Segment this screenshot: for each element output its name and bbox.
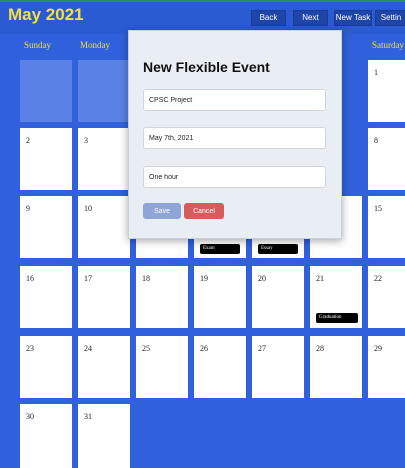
day-number: 23: [26, 344, 34, 353]
day-number: 21: [316, 274, 324, 283]
calendar-day-cell[interactable]: 22: [368, 266, 405, 328]
calendar-day-cell[interactable]: 24: [78, 336, 130, 398]
calendar-cell-empty: [78, 60, 130, 122]
day-number: 9: [26, 204, 30, 213]
task-exam[interactable]: Exam: [200, 244, 240, 254]
weekday-monday: Monday: [80, 40, 110, 50]
calendar-day-cell[interactable]: 8: [368, 128, 405, 190]
task-essay[interactable]: Essay: [258, 244, 298, 254]
day-number: 15: [374, 204, 382, 213]
calendar-day-cell[interactable]: 9: [20, 196, 72, 258]
calendar-day-cell[interactable]: 27: [252, 336, 304, 398]
calendar-day-cell[interactable]: 17: [78, 266, 130, 328]
day-number: 24: [84, 344, 92, 353]
new-task-button[interactable]: New Task: [334, 10, 372, 26]
save-button[interactable]: Save: [143, 203, 181, 219]
calendar-cell-empty: [20, 60, 72, 122]
day-number: 19: [200, 274, 208, 283]
back-button[interactable]: Back: [251, 10, 286, 26]
day-number: 28: [316, 344, 324, 353]
calendar-day-cell[interactable]: 21 Graduation: [310, 266, 362, 328]
calendar-day-cell[interactable]: 20: [252, 266, 304, 328]
day-number: 8: [374, 136, 378, 145]
day-number: 26: [200, 344, 208, 353]
calendar-day-cell[interactable]: 16: [20, 266, 72, 328]
day-number: 30: [26, 412, 34, 421]
event-date-input[interactable]: [143, 127, 326, 149]
month-title: May 2021: [8, 5, 84, 24]
task-graduation[interactable]: Graduation: [316, 313, 358, 323]
day-number: 2: [26, 136, 30, 145]
calendar-day-cell[interactable]: 3: [78, 128, 130, 190]
day-number: 1: [374, 68, 378, 77]
weekday-sunday: Sunday: [24, 40, 51, 50]
cancel-button[interactable]: Cancel: [184, 203, 224, 219]
calendar-day-cell[interactable]: 15: [368, 196, 405, 258]
calendar-day-cell[interactable]: 18: [136, 266, 188, 328]
day-number: 16: [26, 274, 34, 283]
calendar-day-cell[interactable]: 25: [136, 336, 188, 398]
calendar-day-cell[interactable]: 29: [368, 336, 405, 398]
calendar-day-cell[interactable]: 23: [20, 336, 72, 398]
calendar-day-cell[interactable]: 30: [20, 404, 72, 468]
day-number: 29: [374, 344, 382, 353]
calendar-day-cell[interactable]: 19: [194, 266, 246, 328]
dialog-title: New Flexible Event: [143, 59, 270, 75]
calendar-day-cell[interactable]: 31: [78, 404, 130, 468]
next-button[interactable]: Next: [293, 10, 328, 26]
calendar-day-cell[interactable]: 28: [310, 336, 362, 398]
day-number: 10: [84, 204, 92, 213]
day-number: 25: [142, 344, 150, 353]
calendar-day-cell[interactable]: 2: [20, 128, 72, 190]
settings-button[interactable]: Settin: [375, 10, 405, 26]
day-number: 27: [258, 344, 266, 353]
day-number: 18: [142, 274, 150, 283]
day-number: 17: [84, 274, 92, 283]
day-number: 20: [258, 274, 266, 283]
header-accent-line: [0, 0, 405, 2]
new-event-dialog: New Flexible Event Save Cancel: [128, 30, 342, 239]
day-number: 31: [84, 412, 92, 421]
event-duration-input[interactable]: [143, 166, 326, 188]
weekday-saturday: Saturday: [372, 40, 404, 50]
calendar-day-cell[interactable]: 1: [368, 60, 405, 122]
calendar-day-cell[interactable]: 10: [78, 196, 130, 258]
calendar-day-cell[interactable]: 26: [194, 336, 246, 398]
event-name-input[interactable]: [143, 89, 326, 111]
day-number: 22: [374, 274, 382, 283]
day-number: 3: [84, 136, 88, 145]
